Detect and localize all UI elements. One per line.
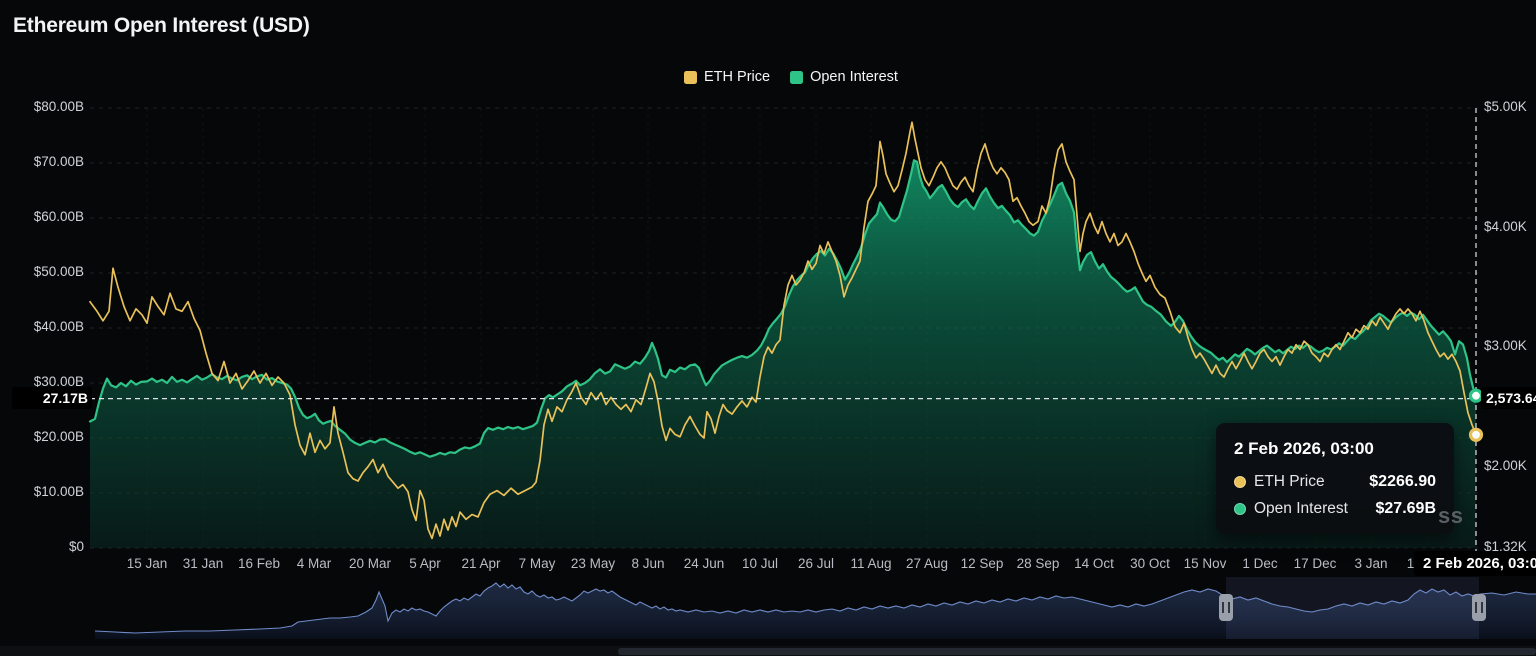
y-axis-left-label: $10.00B	[0, 484, 84, 499]
tooltip-title: 2 Feb 2026, 03:00	[1234, 439, 1436, 459]
tooltip-row-eth-price: ETH Price $2266.90	[1234, 473, 1436, 491]
chart-root: Ethereum Open Interest (USD) ETH Price O…	[0, 0, 1536, 656]
y-axis-right-label: $2.00K	[1484, 458, 1536, 473]
watermark: ss	[1438, 503, 1463, 529]
crosshair-right-value-badge: 2,573.64	[1481, 387, 1536, 409]
tooltip-row-label: ETH Price	[1254, 473, 1361, 491]
crosshair-left-value-badge: 27.17B	[12, 387, 92, 409]
y-axis-left-label: $70.00B	[0, 154, 84, 169]
y-axis-left-label: $50.00B	[0, 264, 84, 279]
legend-item-open-interest[interactable]: Open Interest	[790, 69, 898, 85]
tooltip-row-open-interest: Open Interest $27.69B	[1234, 500, 1436, 518]
tooltip-row-label: Open Interest	[1254, 500, 1368, 518]
eth-price-swatch-icon	[684, 71, 697, 84]
tooltip-row-value: $27.69B	[1376, 500, 1437, 518]
legend-label: ETH Price	[704, 69, 770, 85]
open-interest-marker-dot-icon	[1471, 390, 1482, 401]
y-axis-left-label: $40.00B	[0, 319, 84, 334]
crosshair-date-badge: 2 Feb 2026, 03:00	[1414, 551, 1536, 576]
y-axis-right-label: $3.00K	[1484, 338, 1536, 353]
open-interest-dot-icon	[1234, 503, 1246, 515]
legend-item-eth-price[interactable]: ETH Price	[684, 69, 770, 85]
y-axis-left-label: $20.00B	[0, 429, 84, 444]
legend: ETH Price Open Interest	[684, 69, 898, 85]
eth-price-marker-dot-icon	[1471, 429, 1482, 440]
open-interest-swatch-icon	[790, 71, 803, 84]
tooltip: 2 Feb 2026, 03:00 ETH Price $2266.90 Ope…	[1216, 423, 1454, 534]
tooltip-row-value: $2266.90	[1369, 473, 1436, 491]
navigator-selection[interactable]	[1226, 577, 1479, 639]
page-title: Ethereum Open Interest (USD)	[13, 14, 310, 38]
y-axis-left-label: $80.00B	[0, 99, 84, 114]
y-axis-right-label: $4.00K	[1484, 219, 1536, 234]
y-axis-left-label: $0	[0, 539, 84, 554]
navigator-left-handle[interactable]	[1219, 594, 1233, 621]
scrollbar-thumb[interactable]	[618, 648, 1536, 655]
y-axis-right-label: $5.00K	[1484, 99, 1536, 114]
navigator-right-handle[interactable]	[1472, 594, 1486, 621]
y-axis-left-label: $60.00B	[0, 209, 84, 224]
eth-price-dot-icon	[1234, 476, 1246, 488]
legend-label: Open Interest	[810, 69, 898, 85]
